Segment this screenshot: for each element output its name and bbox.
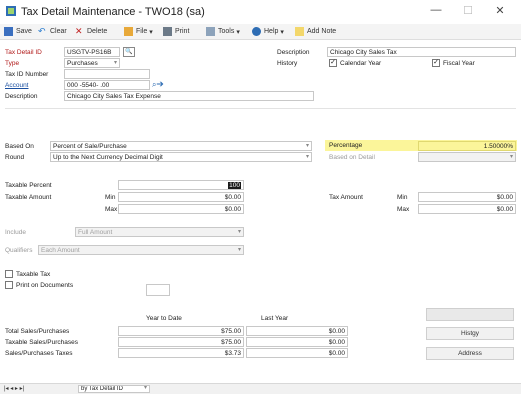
tax-min-label: Min (397, 194, 408, 201)
based-on-detail-select: ▾ (418, 152, 516, 162)
include-select: Full Amount ▾ (75, 227, 244, 237)
record-navigation[interactable]: |◂ ◂ ▸ ▸| (4, 385, 24, 392)
delete-button[interactable]: ✕ Delete (75, 26, 107, 37)
address-button[interactable]: Address (426, 347, 514, 360)
chevron-down-icon: ▾ (143, 385, 147, 391)
qualifiers-label: Qualifiers (5, 247, 33, 254)
divider (5, 108, 516, 109)
history-label: History (277, 60, 298, 67)
ytd-column-header: Year to Date (146, 315, 182, 322)
last-year-column-header: Last Year (261, 315, 289, 322)
folder-icon (124, 27, 133, 36)
right-description-label: Description (277, 49, 310, 56)
tax-max-input[interactable]: $0.00 (418, 204, 516, 214)
undo-icon: ↶ (38, 26, 46, 36)
summary-row-label: Total Sales/Purchases (5, 328, 70, 335)
calendar-year-checkbox[interactable]: ✓ (329, 59, 337, 67)
min-label: Min (105, 194, 116, 201)
max-label: Max (105, 206, 118, 213)
summary-ytd-value: $3.73 (118, 348, 244, 358)
taxable-amount-label: Taxable Amount (5, 194, 52, 201)
tax-min-input[interactable]: $0.00 (418, 192, 516, 202)
sort-by-select[interactable]: by Tax Detail ID ▾ (78, 385, 150, 393)
tax-detail-id-label: Tax Detail ID (5, 49, 42, 56)
description-input[interactable]: Chicago City Sales Tax Expense (64, 91, 314, 101)
tax-amount-label: Tax Amount (329, 194, 363, 201)
title-bar: Tax Detail Maintenance - TWO18 (sa) — ☐ … (0, 0, 521, 22)
tax-detail-id-input[interactable]: USGTV-PS16B (64, 47, 120, 57)
summary-row-label: Sales/Purchases Taxes (5, 350, 73, 357)
account-link[interactable]: Account (5, 82, 29, 89)
taxable-max-input[interactable]: $0.00 (118, 204, 244, 214)
toolbar: Save ↶ Clear ✕ Delete File ▾ Print Tools ▾ H… (0, 24, 521, 40)
chevron-down-icon: ▾ (237, 247, 241, 253)
fiscal-year-checkbox[interactable]: ✓ (432, 59, 440, 67)
qualifiers-select: Each Amount ▾ (38, 245, 244, 255)
chevron-down-icon: ▾ (280, 28, 284, 36)
summary-ytd-value: $75.00 (118, 326, 244, 336)
chevron-down-icon: ▾ (237, 229, 241, 235)
help-menu-button[interactable]: Help ▾ (252, 26, 284, 37)
summary-last-year-value: $0.00 (246, 337, 348, 347)
print-on-documents-label: Print on Documents (16, 282, 74, 289)
round-select[interactable]: Up to the Next Currency Decimal Digit ▾ (50, 152, 312, 162)
tools-icon (206, 27, 215, 36)
include-label: Include (5, 229, 26, 236)
type-select[interactable]: Purchases ▾ (64, 58, 120, 68)
window-title: Tax Detail Maintenance - TWO18 (sa) (21, 6, 205, 18)
summary-last-year-value: $0.00 (246, 326, 348, 336)
minimize-button[interactable]: — (424, 4, 448, 16)
description-label: Description (5, 93, 38, 100)
type-label: Type (5, 60, 20, 67)
chevron-down-icon: ▾ (113, 60, 117, 66)
percentage-label: Percentage (329, 142, 363, 149)
fiscal-year-label: Fiscal Year (443, 60, 475, 67)
tax-max-label: Max (397, 206, 410, 213)
based-on-detail-label: Based on Detail (329, 154, 375, 161)
taxable-tax-label: Taxable Tax (16, 271, 51, 278)
help-icon (252, 27, 261, 36)
print-on-documents-input[interactable] (146, 284, 170, 296)
clear-button[interactable]: ↶ Clear (38, 26, 67, 37)
calendar-year-label: Calendar Year (340, 60, 382, 67)
taxable-tax-checkbox[interactable] (5, 270, 13, 278)
percentage-input[interactable]: 1.50000% (418, 141, 516, 151)
close-button[interactable]: ✕ (488, 4, 512, 17)
delete-icon: ✕ (75, 26, 83, 36)
chevron-down-icon: ▾ (149, 28, 153, 36)
chevron-down-icon: ▾ (236, 28, 240, 36)
based-on-label: Based On (5, 143, 34, 150)
add-note-button[interactable]: Add Note (295, 26, 336, 37)
summary-last-year-value: $0.00 (246, 348, 348, 358)
file-menu-button[interactable]: File ▾ (124, 26, 153, 37)
chevron-down-icon: ▾ (305, 154, 309, 160)
summary-ytd-value: $75.00 (118, 337, 244, 347)
tools-menu-button[interactable]: Tools ▾ (206, 26, 240, 37)
note-icon (295, 27, 304, 36)
status-bar: |◂ ◂ ▸ ▸| by Tax Detail ID ▾ (0, 383, 521, 394)
tax-id-number-input[interactable] (64, 69, 150, 79)
taxable-min-input[interactable]: $0.00 (118, 192, 244, 202)
based-on-select[interactable]: Percent of Sale/Purchase ▾ (50, 141, 312, 151)
printer-icon (163, 27, 172, 36)
save-icon (4, 27, 13, 36)
print-button[interactable]: Print (163, 26, 189, 37)
maximize-button[interactable]: ☐ (456, 4, 480, 17)
account-input[interactable]: 000 -5540- .00 (64, 80, 150, 90)
print-on-documents-checkbox[interactable] (5, 281, 13, 289)
save-button[interactable]: Save (4, 26, 32, 37)
lookup-icon[interactable]: 🔍 (123, 47, 135, 57)
tax-id-number-label: Tax ID Number (5, 71, 49, 78)
chevron-down-icon: ▾ (509, 154, 513, 160)
right-description-input[interactable]: Chicago City Sales Tax (327, 47, 516, 57)
taxable-percent-label: Taxable Percent (5, 182, 52, 189)
chevron-down-icon: ▾ (305, 143, 309, 149)
taxable-percent-input[interactable]: 100 (118, 180, 244, 190)
round-label: Round (5, 154, 25, 161)
app-icon (6, 6, 16, 16)
account-lookup-icon[interactable]: ⌕➔ (152, 80, 172, 90)
disabled-action-button (426, 308, 514, 321)
summary-row-label: Taxable Sales/Purchases (5, 339, 78, 346)
history-button[interactable]: Histgy (426, 327, 514, 340)
